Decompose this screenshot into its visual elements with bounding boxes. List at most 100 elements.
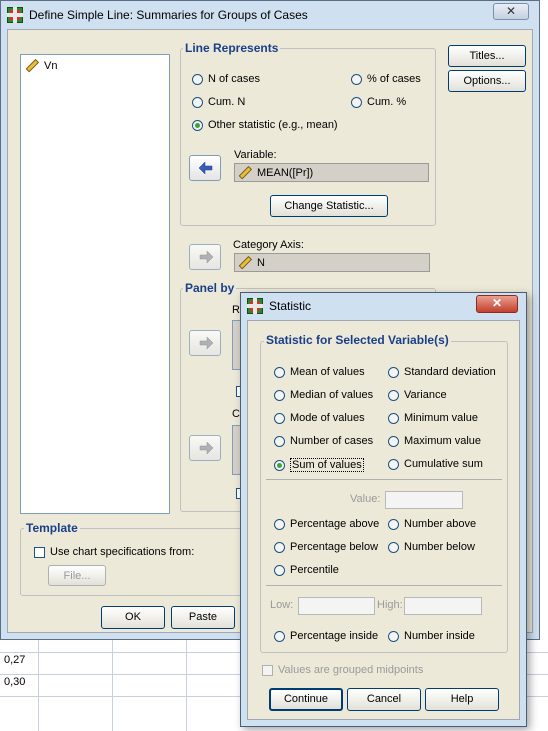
radio-maximum[interactable]: Maximum value: [388, 435, 481, 447]
radio-label: Minimum value: [404, 412, 478, 424]
radio-mean[interactable]: Mean of values: [274, 366, 365, 378]
radio-button[interactable]: [388, 541, 399, 553]
file-button[interactable]: File...: [48, 565, 106, 586]
radio-mode[interactable]: Mode of values: [274, 412, 365, 424]
radio-median[interactable]: Median of values: [274, 389, 373, 401]
help-button[interactable]: Help: [425, 688, 499, 711]
radio-button[interactable]: [388, 366, 399, 378]
move-variable-arrow-button[interactable]: [189, 155, 221, 181]
grid-line: [38, 636, 39, 731]
value-input[interactable]: [385, 491, 463, 509]
radio-n-of-cases[interactable]: N of cases: [192, 73, 260, 85]
grid-line: [186, 636, 187, 731]
radio-cum-n[interactable]: Cum. N: [192, 96, 245, 108]
radio-button[interactable]: [274, 564, 285, 576]
radio-label: Variance: [404, 389, 447, 401]
close-icon[interactable]: ✕: [493, 3, 529, 20]
columns-arrow-button[interactable]: [189, 435, 221, 461]
rows-arrow-button[interactable]: [189, 330, 221, 356]
statistic-legend: Statistic for Selected Variable(s): [264, 333, 451, 347]
radio-button[interactable]: [192, 96, 203, 108]
radio-label: Number of cases: [290, 435, 374, 447]
radio-percentage-below[interactable]: Percentage below: [274, 541, 378, 553]
cancel-button[interactable]: Cancel: [347, 688, 421, 711]
source-variable-list[interactable]: Vn: [20, 54, 170, 514]
radio-percentage-inside[interactable]: Percentage inside: [274, 630, 378, 642]
title-bar: Statistic: [247, 298, 311, 314]
radio-pct-of-cases[interactable]: % of cases: [351, 73, 421, 85]
radio-button[interactable]: [388, 389, 399, 401]
radio-percentage-above[interactable]: Percentage above: [274, 518, 379, 530]
sheet-cell[interactable]: 0,27: [4, 654, 25, 666]
variable-field[interactable]: MEAN([Pr]): [234, 163, 429, 182]
radio-button[interactable]: [274, 518, 285, 530]
radio-number-above[interactable]: Number above: [388, 518, 476, 530]
sheet-cell[interactable]: 0,30: [4, 676, 25, 688]
radio-button[interactable]: [388, 630, 399, 642]
radio-label: Sum of values: [290, 458, 364, 472]
category-axis-arrow-button[interactable]: [189, 244, 221, 270]
checkbox-label: Use chart specifications from:: [50, 546, 195, 558]
radio-label: Number inside: [404, 630, 475, 642]
radio-number-inside[interactable]: Number inside: [388, 630, 475, 642]
radio-button[interactable]: [192, 119, 203, 131]
radio-button[interactable]: [351, 73, 362, 85]
continue-button[interactable]: Continue: [269, 688, 343, 711]
high-label: High:: [377, 599, 403, 611]
radio-button[interactable]: [274, 435, 285, 447]
radio-button[interactable]: [274, 389, 285, 401]
radio-button[interactable]: [274, 541, 285, 553]
radio-label: Maximum value: [404, 435, 482, 447]
radio-label: Percentage below: [290, 541, 379, 553]
grid-line: [112, 636, 113, 731]
radio-button[interactable]: [274, 630, 285, 642]
radio-button[interactable]: [388, 412, 399, 424]
value-label: Value:: [350, 493, 381, 505]
radio-button[interactable]: [388, 458, 399, 470]
checkbox-label: Values are grouped midpoints: [278, 664, 424, 676]
radio-label: Cum. N: [208, 96, 246, 108]
radio-label: Cum. %: [367, 96, 407, 108]
radio-label: Mean of values: [290, 366, 365, 378]
checkbox[interactable]: [262, 664, 273, 676]
radio-button[interactable]: [351, 96, 362, 108]
high-input[interactable]: [404, 597, 482, 615]
category-axis-value: N: [257, 256, 265, 269]
radio-number-of-cases[interactable]: Number of cases: [274, 435, 373, 447]
radio-label: Percentile: [290, 564, 339, 576]
low-input[interactable]: [298, 597, 375, 615]
radio-other-statistic[interactable]: Other statistic (e.g., mean): [192, 119, 338, 131]
radio-number-below[interactable]: Number below: [388, 541, 475, 553]
arrow-right-icon: [199, 336, 214, 350]
radio-label: Standard deviation: [404, 366, 496, 378]
close-icon[interactable]: ✕: [476, 295, 518, 313]
list-item[interactable]: Vn: [25, 59, 57, 73]
change-statistic-button[interactable]: Change Statistic...: [270, 195, 388, 217]
radio-minimum[interactable]: Minimum value: [388, 412, 478, 424]
checkbox[interactable]: [34, 546, 45, 558]
radio-button[interactable]: [274, 412, 285, 424]
category-axis-label: Category Axis:: [233, 239, 304, 251]
radio-button[interactable]: [192, 73, 203, 85]
use-chart-spec-checkbox[interactable]: Use chart specifications from:: [34, 546, 194, 558]
radio-variance[interactable]: Variance: [388, 389, 447, 401]
radio-cum-pct[interactable]: Cum. %: [351, 96, 406, 108]
radio-std-dev[interactable]: Standard deviation: [388, 366, 496, 378]
paste-button[interactable]: Paste: [171, 606, 235, 629]
radio-sum-of-values[interactable]: Sum of values: [274, 458, 364, 472]
radio-percentile[interactable]: Percentile: [274, 564, 339, 576]
grouped-midpoints-checkbox[interactable]: Values are grouped midpoints: [262, 664, 423, 676]
category-axis-field[interactable]: N: [234, 253, 430, 272]
template-legend: Template: [24, 521, 80, 535]
radio-label: Median of values: [290, 389, 374, 401]
titles-button[interactable]: Titles...: [448, 45, 526, 67]
radio-button[interactable]: [388, 435, 399, 447]
options-button[interactable]: Options...: [448, 70, 526, 92]
radio-button[interactable]: [388, 518, 399, 530]
radio-cumulative-sum[interactable]: Cumulative sum: [388, 458, 483, 470]
radio-button[interactable]: [274, 366, 285, 378]
arrow-left-icon: [198, 161, 213, 175]
radio-button[interactable]: [274, 459, 285, 471]
dialog-title: Define Simple Line: Summaries for Groups…: [29, 8, 308, 22]
ok-button[interactable]: OK: [101, 606, 165, 629]
